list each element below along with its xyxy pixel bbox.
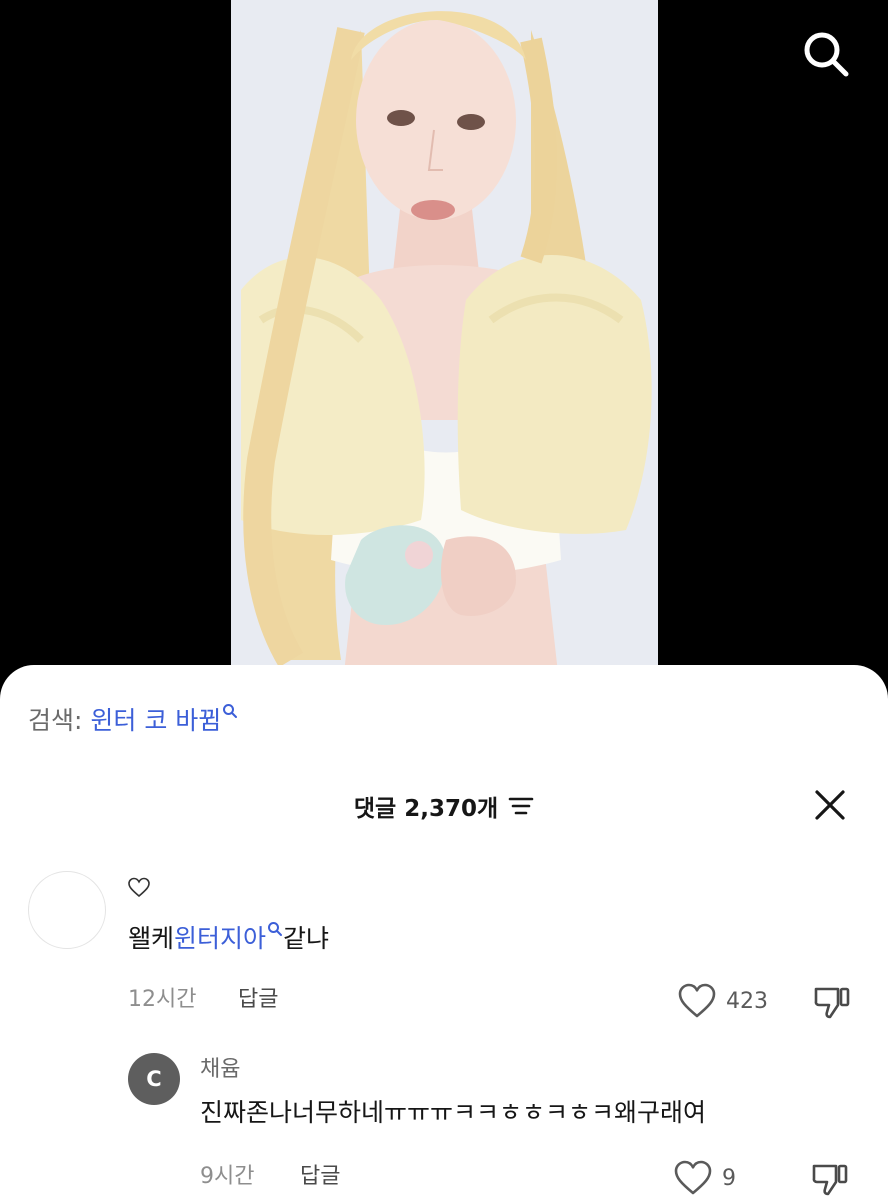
comment-timestamp: 12시간 xyxy=(128,987,197,1012)
heart-outline-icon xyxy=(674,1160,712,1195)
close-icon[interactable] xyxy=(812,787,848,823)
mini-search-icon xyxy=(223,704,238,718)
search-icon xyxy=(804,32,849,77)
search-suggestion-prefix: 검색: xyxy=(28,706,91,735)
reply-button[interactable]: 답글 xyxy=(238,985,278,1015)
comments-sheet: 검색: 윈터 코 바뀜 댓글 2,370개 왤케윈터지아 같냐 12시간 답글 xyxy=(0,665,888,1200)
video-frame[interactable] xyxy=(231,0,658,700)
thumbs-down-icon xyxy=(814,987,850,1019)
comment-text: 왤케윈터지아 같냐 xyxy=(128,921,329,956)
thumbs-down-icon xyxy=(812,1164,848,1196)
commenter-avatar[interactable] xyxy=(28,871,106,949)
search-button[interactable] xyxy=(798,26,854,82)
dislike-button[interactable] xyxy=(812,981,852,1021)
comment-keyword-link[interactable]: 윈터지아 xyxy=(174,924,266,953)
reply-reply-button[interactable]: 답글 xyxy=(300,1162,340,1192)
comments-header: 댓글 2,370개 xyxy=(0,787,888,827)
comment-text-before: 왤케 xyxy=(128,924,175,953)
like-button[interactable]: 423 xyxy=(678,979,768,1023)
sort-icon[interactable] xyxy=(508,795,534,817)
comment-text-after: 같냐 xyxy=(283,924,330,953)
heart-small-icon xyxy=(128,877,150,898)
video-player[interactable] xyxy=(0,0,888,700)
reply-text: 진짜존나너무하네ㅠㅠㅠㅋㅋㅎㅎㅋㅎㅋ왜구래여 xyxy=(200,1098,707,1127)
reply-dislike-button[interactable] xyxy=(810,1158,850,1198)
reply-like-count: 9 xyxy=(722,1165,736,1191)
search-suggestion-term[interactable]: 윈터 코 바뀜 xyxy=(90,706,221,735)
mini-search-icon xyxy=(268,922,283,936)
reply-avatar[interactable]: C xyxy=(128,1053,180,1105)
comments-count-title: 댓글 2,370개 xyxy=(353,796,499,822)
video-still-illustration xyxy=(231,0,658,700)
reply-timestamp: 9시간 xyxy=(200,1164,255,1189)
reply-like-button[interactable]: 9 xyxy=(674,1156,736,1200)
search-suggestion[interactable]: 검색: 윈터 코 바뀜 xyxy=(28,703,238,739)
heart-outline-icon xyxy=(678,983,716,1018)
reply-author-name[interactable]: 채윰 xyxy=(200,1051,240,1083)
like-count: 423 xyxy=(726,988,768,1014)
